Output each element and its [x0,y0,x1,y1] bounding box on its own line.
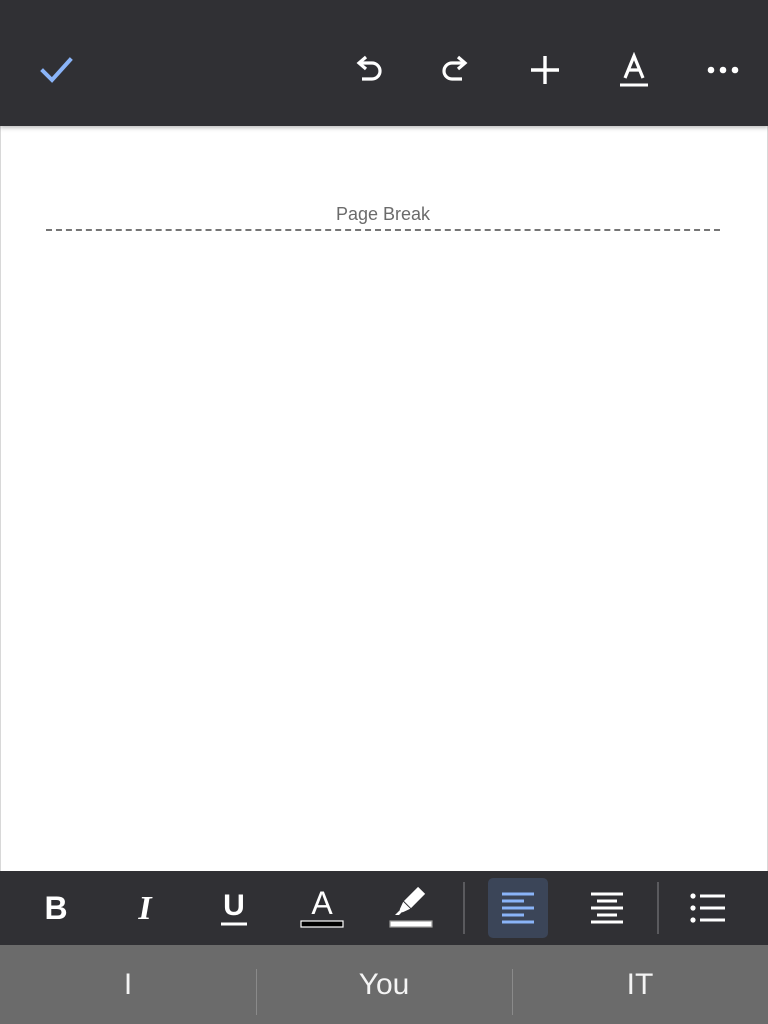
more-options-button[interactable] [699,46,747,94]
toolbar-divider [657,882,659,934]
svg-text:A: A [311,886,333,921]
plus-icon [531,56,559,84]
underline-button[interactable]: U [204,878,264,938]
page-break: Page Break [46,202,720,232]
redo-icon [442,55,468,81]
toolbar-divider [463,882,465,934]
align-left-icon [502,892,534,924]
highlighter-icon [389,886,433,928]
done-button[interactable] [32,46,80,94]
align-left-button[interactable] [488,878,548,938]
highlight-color-button[interactable] [381,878,441,938]
bold-icon: B [44,890,67,926]
insert-button[interactable] [521,46,569,94]
italic-button[interactable]: I [115,878,175,938]
underline-icon: U [221,889,247,926]
text-color-button[interactable]: A [292,878,352,938]
checkmark-icon [40,57,73,83]
svg-text:I: I [137,890,153,926]
suggestion-item[interactable]: I [0,945,256,1024]
text-color-icon: A [300,886,344,928]
more-icon [707,66,739,74]
undo-icon [356,55,382,81]
redo-button[interactable] [432,46,480,94]
suggestion-item[interactable]: IT [512,945,768,1024]
italic-icon: I [137,890,153,926]
suggestion-item[interactable]: You [256,945,512,1024]
docs-editor: Page Break B I U A I You IT [0,0,768,1024]
text-format-icon [620,52,648,87]
format-toolbar: B I U A [0,871,768,945]
align-center-button[interactable] [577,878,637,938]
bold-button[interactable]: B [26,878,86,938]
svg-text:U: U [223,889,245,922]
document-body[interactable]: Page Break [0,126,768,871]
page-break-line [46,229,720,231]
bulleted-list-button[interactable] [678,878,738,938]
undo-button[interactable] [344,46,392,94]
keyboard-suggestion-bar: I You IT [0,945,768,1024]
top-toolbar [0,0,768,126]
bulleted-list-icon [690,893,725,923]
align-center-icon [591,892,623,924]
page-break-label: Page Break [335,204,431,224]
svg-text:B: B [44,890,67,926]
text-format-button[interactable] [610,46,658,94]
